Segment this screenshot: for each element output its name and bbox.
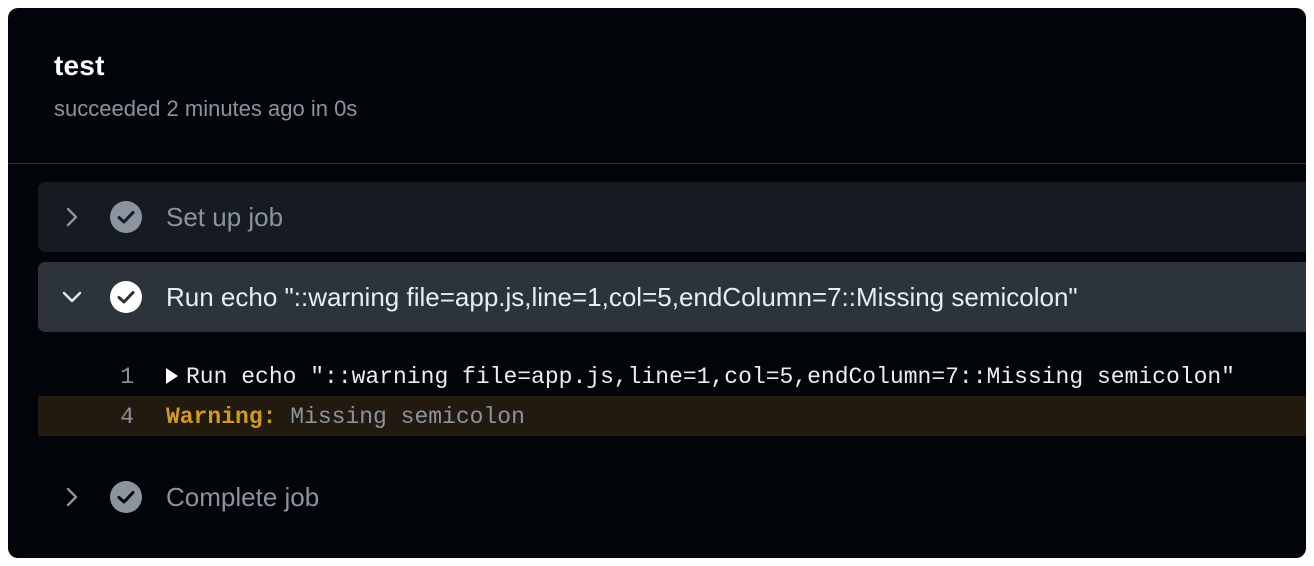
check-circle-icon bbox=[110, 201, 142, 233]
line-number[interactable]: 4 bbox=[98, 404, 134, 430]
triangle-right-icon bbox=[166, 368, 178, 384]
log-line[interactable]: 1 Run echo "::warning file=app.js,line=1… bbox=[38, 356, 1306, 396]
step-log: 1 Run echo "::warning file=app.js,line=1… bbox=[38, 356, 1306, 436]
warning-label: Warning: bbox=[166, 404, 277, 430]
log-group-toggle[interactable]: Run echo "::warning file=app.js,line=1,c… bbox=[166, 364, 1235, 390]
chevron-down-icon bbox=[62, 291, 82, 303]
log-text: Warning: Missing semicolon bbox=[166, 404, 525, 430]
job-header: test succeeded 2 minutes ago in 0s bbox=[8, 8, 1306, 164]
check-circle-icon bbox=[110, 481, 142, 513]
check-circle-icon bbox=[110, 281, 142, 313]
line-number[interactable]: 1 bbox=[98, 364, 134, 390]
job-status: succeeded 2 minutes ago in 0s bbox=[54, 96, 358, 121]
chevron-right-icon bbox=[66, 207, 78, 227]
step-label: Run echo "::warning file=app.js,line=1,c… bbox=[166, 282, 1078, 312]
log-text: Run echo "::warning file=app.js,line=1,c… bbox=[186, 364, 1235, 390]
log-line-warning[interactable]: 4 Warning: Missing semicolon bbox=[38, 396, 1306, 436]
step-set-up-job[interactable]: Set up job bbox=[38, 182, 1306, 252]
job-log-panel: test succeeded 2 minutes ago in 0s Set u… bbox=[8, 8, 1306, 558]
step-label: Set up job bbox=[166, 202, 284, 232]
step-complete-job[interactable]: Complete job bbox=[38, 462, 1306, 532]
warning-message: Missing semicolon bbox=[290, 404, 525, 430]
step-run-echo[interactable]: Run echo "::warning file=app.js,line=1,c… bbox=[38, 262, 1306, 332]
step-label: Complete job bbox=[166, 482, 320, 512]
chevron-right-icon bbox=[66, 487, 78, 507]
job-title: test bbox=[54, 50, 105, 81]
